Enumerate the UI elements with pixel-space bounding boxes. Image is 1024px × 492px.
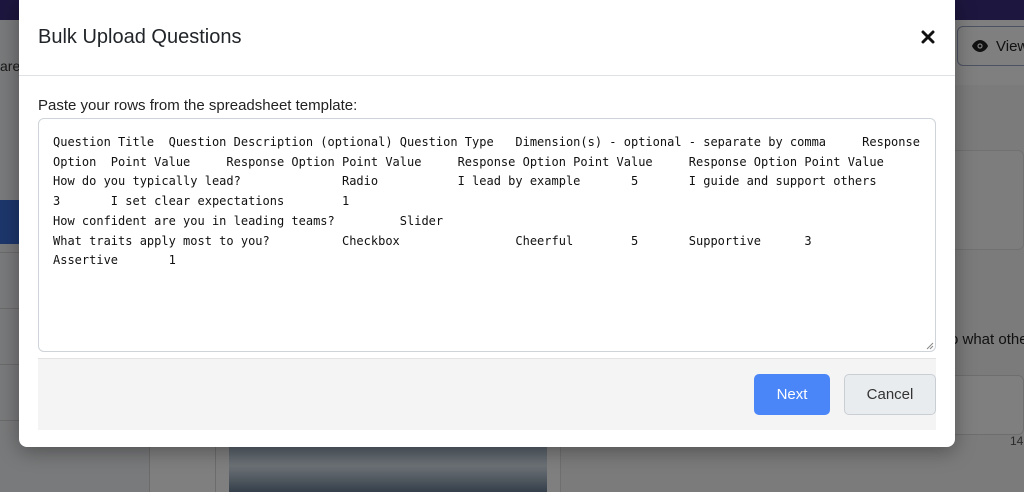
resize-handle-icon[interactable] <box>926 342 934 350</box>
modal-title: Bulk Upload Questions <box>38 26 242 48</box>
paste-field-label: Paste your rows from the spreadsheet tem… <box>38 97 358 114</box>
next-button[interactable]: Next <box>754 374 830 415</box>
paste-rows-textarea[interactable]: Question Title Question Description (opt… <box>38 118 936 352</box>
modal-footer: Next Cancel <box>38 358 936 430</box>
bulk-upload-modal: Bulk Upload Questions Paste your rows fr… <box>19 0 955 447</box>
close-icon <box>921 30 935 44</box>
cancel-button[interactable]: Cancel <box>844 374 936 415</box>
close-button[interactable] <box>915 24 941 50</box>
modal-header: Bulk Upload Questions <box>19 0 955 76</box>
